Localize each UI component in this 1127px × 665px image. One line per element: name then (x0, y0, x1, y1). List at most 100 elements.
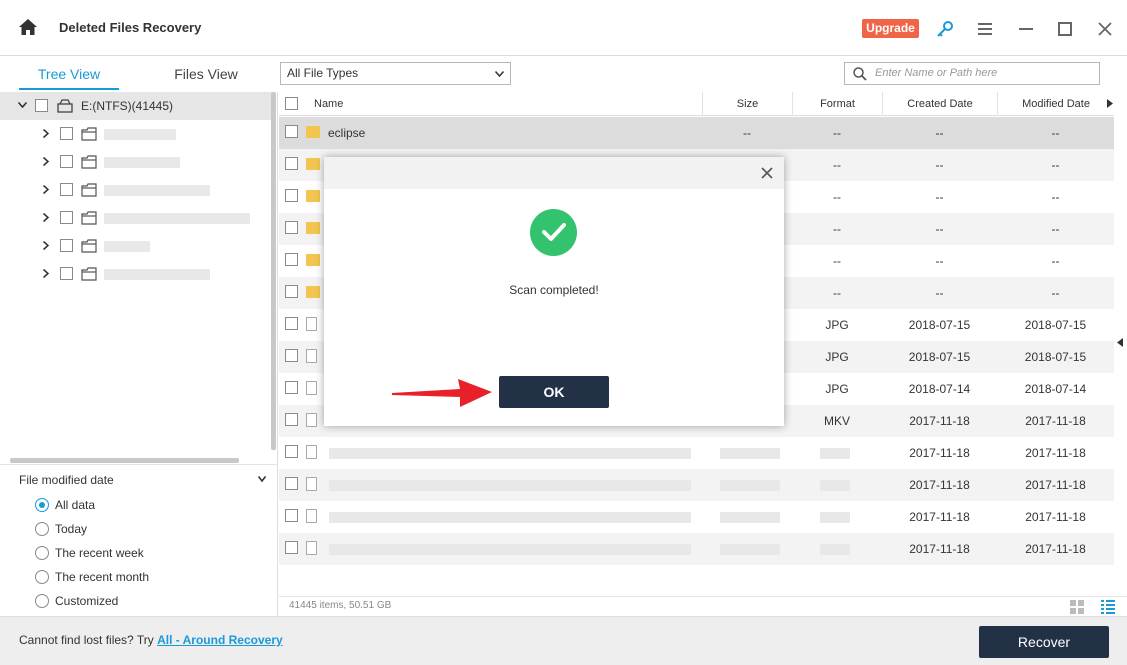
tree-checkbox[interactable] (60, 211, 73, 224)
radio-button[interactable] (35, 498, 49, 512)
maximize-icon[interactable] (1058, 22, 1072, 36)
ok-button[interactable]: OK (499, 376, 609, 408)
row-checkbox[interactable] (285, 445, 298, 458)
tree-folder-row[interactable] (0, 176, 272, 204)
row-checkbox[interactable] (285, 157, 298, 170)
row-created-date: -- (935, 286, 944, 300)
upgrade-button[interactable]: Upgrade (862, 19, 919, 38)
success-check-icon (530, 209, 577, 256)
row-checkbox[interactable] (285, 509, 298, 522)
row-checkbox[interactable] (285, 221, 298, 234)
scroll-right-icon[interactable] (1107, 99, 1113, 108)
tree-checkbox[interactable] (60, 127, 73, 140)
column-name[interactable]: Name (306, 92, 702, 116)
select-all-checkbox[interactable] (285, 97, 298, 110)
column-format[interactable]: Format (792, 92, 882, 116)
table-row[interactable]: eclipse -- -- -- -- (279, 117, 1114, 149)
drive-icon (57, 99, 73, 113)
table-row[interactable]: 2017-11-18 2017-11-18 (279, 437, 1114, 469)
dialog-message: Scan completed! (509, 283, 599, 297)
tree-checkbox[interactable] (35, 99, 48, 112)
row-modified-date: 2017-11-18 (1025, 542, 1086, 556)
tree-checkbox[interactable] (60, 155, 73, 168)
chevron-right-icon[interactable] (43, 129, 49, 138)
tree-folder-row[interactable] (0, 148, 272, 176)
chevron-right-icon[interactable] (43, 157, 49, 166)
row-checkbox[interactable] (285, 125, 298, 138)
list-view-icon[interactable] (1101, 600, 1115, 614)
row-created-date: -- (935, 190, 944, 204)
tree-vertical-scrollbar[interactable] (271, 92, 276, 450)
chevron-right-icon[interactable] (43, 213, 49, 222)
row-modified-date: 2018-07-15 (1024, 350, 1087, 364)
column-size[interactable]: Size (702, 92, 792, 116)
row-checkbox[interactable] (285, 189, 298, 202)
table-row[interactable]: 2017-11-18 2017-11-18 (279, 469, 1114, 501)
row-modified-date: -- (1051, 190, 1060, 204)
folder-icon (306, 158, 320, 170)
tree-checkbox[interactable] (60, 183, 73, 196)
column-created-date[interactable]: Created Date (882, 92, 997, 116)
tree-checkbox[interactable] (60, 239, 73, 252)
drive-label: E:(NTFS)(41445) (81, 99, 174, 113)
row-format: -- (833, 190, 841, 204)
dialog-close-icon[interactable] (761, 167, 773, 179)
folder-icon (306, 222, 320, 234)
tree-folder-row[interactable] (0, 260, 272, 288)
close-icon[interactable] (1098, 22, 1112, 36)
row-checkbox[interactable] (285, 317, 298, 330)
row-format: -- (833, 222, 841, 236)
date-filter-option[interactable]: Today (35, 521, 235, 537)
thumbnail-view-icon[interactable] (1070, 600, 1084, 614)
date-filter-option[interactable]: The recent week (35, 545, 235, 561)
row-checkbox[interactable] (285, 285, 298, 298)
tree-folder-row[interactable] (0, 232, 272, 260)
chevron-down-icon[interactable] (18, 102, 27, 108)
radio-button[interactable] (35, 594, 49, 608)
all-around-recovery-link[interactable]: All - Around Recovery (157, 633, 283, 647)
app-title: Deleted Files Recovery (59, 20, 202, 35)
chevron-right-icon[interactable] (43, 185, 49, 194)
menu-icon[interactable] (978, 22, 992, 36)
row-checkbox[interactable] (285, 381, 298, 394)
tab-files-view[interactable]: Files View (156, 62, 256, 90)
date-filter-option[interactable]: The recent month (35, 569, 235, 585)
key-icon[interactable] (936, 20, 954, 38)
table-row[interactable]: 2017-11-18 2017-11-18 (279, 501, 1114, 533)
tree-checkbox[interactable] (60, 267, 73, 280)
file-icon (306, 477, 317, 491)
date-filter-option[interactable]: All data (35, 497, 235, 513)
blurred-file-name (329, 512, 691, 523)
tree-horizontal-scrollbar[interactable] (10, 458, 239, 463)
date-filter-option[interactable]: Customized (35, 593, 235, 609)
minimize-icon[interactable] (1019, 28, 1033, 30)
row-modified-date: 2017-11-18 (1025, 414, 1086, 428)
tree-folder-row[interactable] (0, 120, 272, 148)
row-modified-date: -- (1051, 222, 1060, 236)
home-icon[interactable] (19, 19, 37, 35)
radio-label: The recent week (55, 546, 144, 560)
row-checkbox[interactable] (285, 477, 298, 490)
tree-drive-row[interactable]: E:(NTFS)(41445) (0, 92, 272, 120)
chevron-right-icon[interactable] (43, 241, 49, 250)
radio-button[interactable] (35, 546, 49, 560)
tree-folder-row[interactable] (0, 204, 272, 232)
recover-button[interactable]: Recover (979, 626, 1109, 658)
chevron-down-icon[interactable] (258, 476, 266, 482)
chevron-right-icon[interactable] (43, 269, 49, 278)
file-type-select[interactable]: All File Types (280, 62, 511, 85)
dialog-header (324, 157, 784, 189)
tab-tree-view[interactable]: Tree View (19, 62, 119, 90)
blurred-size (720, 448, 780, 459)
search-input[interactable]: Enter Name or Path here (844, 62, 1100, 85)
table-row[interactable]: 2017-11-18 2017-11-18 (279, 533, 1114, 565)
radio-button[interactable] (35, 522, 49, 536)
row-checkbox[interactable] (285, 541, 298, 554)
row-checkbox[interactable] (285, 413, 298, 426)
row-checkbox[interactable] (285, 253, 298, 266)
panel-toggle-icon[interactable] (1117, 338, 1123, 347)
column-modified-date[interactable]: Modified Date (997, 92, 1114, 116)
blurred-format (820, 544, 850, 555)
radio-button[interactable] (35, 570, 49, 584)
row-checkbox[interactable] (285, 349, 298, 362)
